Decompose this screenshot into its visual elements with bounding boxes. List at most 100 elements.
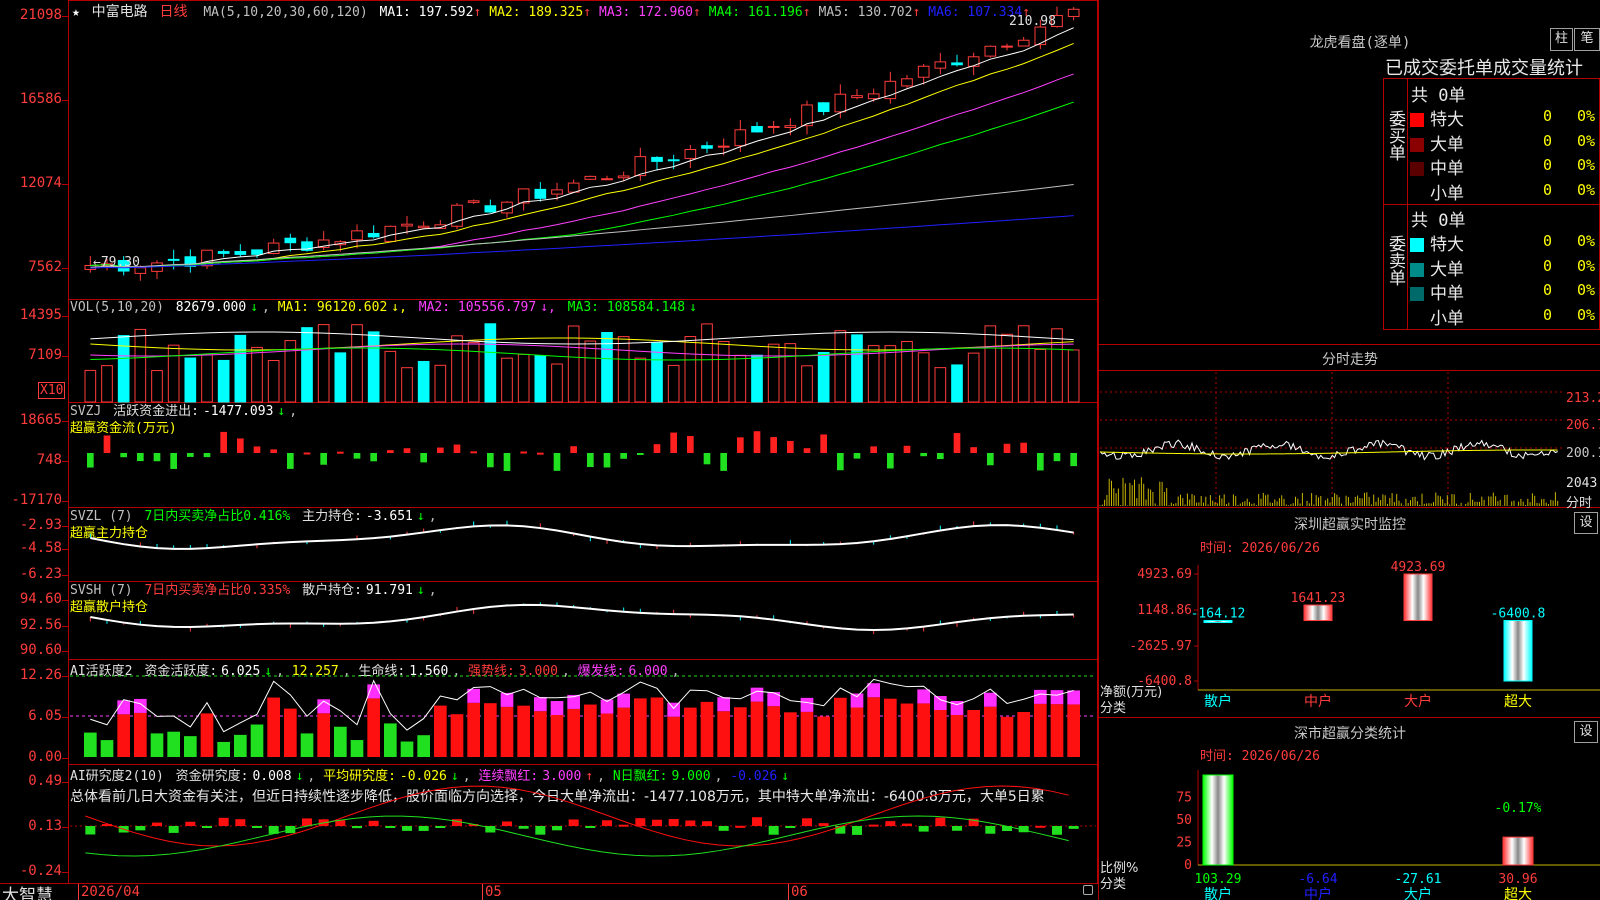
- svzj-bar-neg: [370, 453, 377, 462]
- vol-bar-up: [401, 367, 413, 403]
- ai-research-bar-neg: [768, 826, 779, 835]
- buy-name: 大单: [1430, 134, 1464, 155]
- vol-ma3-label: MA3: 108584.148 ↓: [567, 300, 697, 315]
- ai-bar-red: [667, 716, 680, 757]
- buy-name: 中单: [1430, 159, 1464, 179]
- ai-bar-red: [484, 703, 497, 757]
- vol-bar-up: [134, 328, 147, 403]
- ai-bar-red: [500, 706, 514, 757]
- ai-research-bar-pos: [735, 825, 746, 828]
- x-label-may: 05: [482, 884, 502, 900]
- sell-name: 中单: [1430, 284, 1464, 304]
- vol-bar-up: [867, 345, 880, 403]
- candle-down: [484, 205, 497, 213]
- svzj-bar-pos: [687, 436, 694, 453]
- monitor-settings-button[interactable]: 设: [1574, 512, 1598, 534]
- lock-icon[interactable]: [1083, 885, 1093, 895]
- vol-bar-up: [784, 343, 797, 403]
- svsh-tick: 92.56: [19, 617, 62, 633]
- classify-value-label: -6.64: [1298, 872, 1337, 887]
- ai-bar-red: [134, 712, 147, 757]
- vol-unit-badge[interactable]: X10: [38, 382, 66, 399]
- buy-pct: 0%: [1577, 156, 1596, 174]
- ai-research-tick-mark: [62, 872, 68, 873]
- ai-research-bar-neg: [952, 826, 962, 831]
- candle-down: [951, 62, 963, 66]
- ai-research-bar-neg: [352, 826, 362, 829]
- svzj-bar-neg: [620, 453, 627, 459]
- vol-tick-mark: [62, 356, 68, 357]
- ai-bar-magenta: [534, 697, 547, 712]
- vol-bar-up: [617, 336, 630, 403]
- intraday-y-tick: 206.7: [1566, 418, 1600, 433]
- buy-count: 0: [1543, 107, 1553, 125]
- vol-bar-up: [834, 330, 847, 403]
- monitor-value-label: 1641.23: [1291, 591, 1346, 606]
- svzj-bar-pos: [670, 432, 677, 453]
- vol-value: 82679.000: [175, 300, 247, 315]
- sell-side-label: 委卖单: [1385, 235, 1405, 286]
- candle-up: [1001, 45, 1013, 48]
- price-tick: 7562: [28, 259, 62, 275]
- ma4-line: [90, 101, 1074, 268]
- svzj-tick: 18665: [19, 412, 62, 428]
- svzj-bar-neg: [553, 453, 561, 471]
- vol-bar-down: [534, 355, 547, 403]
- price-tick-mark: [62, 184, 68, 185]
- svsh-tick-mark: [62, 651, 68, 652]
- ai-bar-green: [217, 741, 230, 757]
- vol-value-arrow: ↓: [250, 300, 259, 315]
- low-price-label: ←79.30: [93, 255, 140, 270]
- ai-bar-red: [317, 713, 330, 757]
- svzj-bar-neg: [487, 453, 494, 468]
- dragon-tabs[interactable]: 已成交委托单成交量统计: [1385, 54, 1583, 80]
- ai-bar-red: [634, 698, 647, 757]
- x-label-jun: 06: [788, 884, 808, 900]
- ai-bar-green: [417, 735, 430, 757]
- candle-up: [467, 200, 480, 203]
- vol-bar-up: [101, 365, 113, 403]
- ai-bar-red: [367, 698, 380, 757]
- svzj-bar-neg: [937, 453, 944, 460]
- ai-avg-value: -0.026: [399, 769, 447, 784]
- svzj-bar-pos: [270, 449, 277, 453]
- ai-research-bar-pos: [218, 817, 229, 826]
- vol-bar-up: [351, 324, 363, 403]
- classify-y-tick: 0: [1184, 858, 1192, 873]
- monitor-y-tick: 4923.69: [1137, 567, 1192, 582]
- sell-row: 特大: [1410, 230, 1464, 255]
- vol-title: VOL(5,10,20): [70, 300, 164, 315]
- ai-n-value: 9.000: [671, 769, 711, 784]
- ai-bar-red: [684, 707, 697, 757]
- candle-down: [234, 251, 247, 255]
- svzj-bar-pos: [753, 431, 761, 453]
- classify-settings-button[interactable]: 设: [1574, 721, 1598, 743]
- vol-bar-up: [767, 343, 780, 403]
- pen-mode-button[interactable]: 笔: [1574, 28, 1600, 51]
- x-axis-bar: [0, 883, 1098, 900]
- ai-research-bar-neg: [918, 826, 929, 832]
- ai-research-bar-neg: [252, 826, 262, 828]
- candle-down: [167, 258, 180, 261]
- ai-research-bar-pos: [752, 817, 762, 826]
- candle-down: [217, 251, 230, 254]
- svzj-bars: [87, 431, 1077, 471]
- vol-bar-up: [551, 363, 563, 403]
- ai-bar-red: [284, 708, 297, 757]
- svzj-bar-neg: [153, 453, 161, 462]
- svzl-line: [90, 524, 1074, 550]
- vol-bar-down: [751, 354, 763, 403]
- vol-bar-up: [984, 325, 997, 403]
- vol-bar-up: [84, 369, 97, 403]
- intraday-chart[interactable]: [1099, 372, 1564, 506]
- sell-pct: 0%: [1577, 281, 1596, 299]
- ai-research-bar-neg: [985, 826, 996, 834]
- ma3-line: [90, 73, 1074, 268]
- bar-mode-button[interactable]: 柱: [1550, 28, 1573, 51]
- vol-bar-up: [667, 364, 680, 403]
- ai-research-bar-neg: [435, 826, 446, 828]
- ai-bar-magenta: [750, 687, 764, 702]
- vol-bar-up: [251, 346, 263, 403]
- candlestick-chart[interactable]: [70, 6, 1096, 298]
- monitor-value-label: -6400.8: [1491, 607, 1546, 622]
